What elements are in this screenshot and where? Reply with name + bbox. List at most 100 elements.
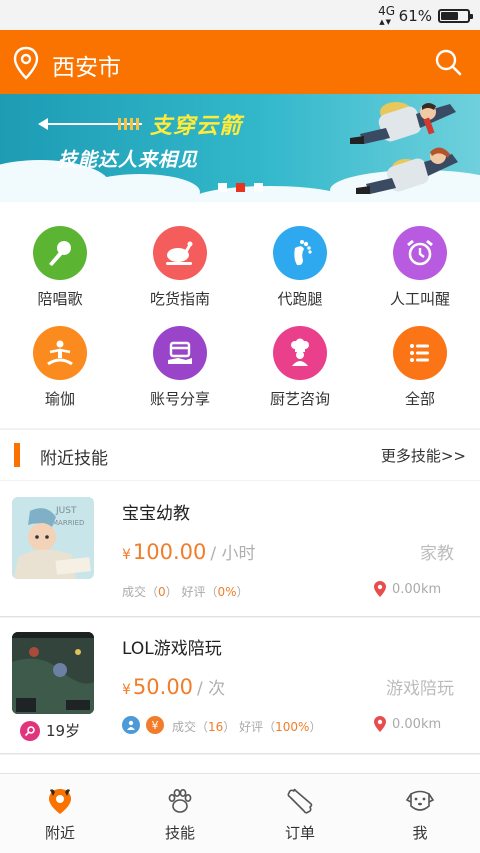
nav-label: 我	[412, 824, 428, 842]
deals-count: 0	[158, 585, 166, 599]
alarm-clock-icon	[393, 226, 447, 280]
carousel-dot-active[interactable]	[236, 183, 245, 192]
section-accent-bar	[14, 443, 20, 467]
skill-price: ¥50.00/ 次	[122, 674, 225, 699]
price-value: 100.00	[132, 540, 207, 564]
price-unit: / 次	[197, 679, 226, 699]
banner-subtitle: 技能达人来相见	[58, 149, 199, 171]
verified-user-icon	[122, 716, 140, 734]
footprint-icon	[273, 226, 327, 280]
category-label: 人工叫醒	[389, 290, 450, 308]
svg-text:MARRIED: MARRIED	[52, 519, 84, 527]
carousel-dot[interactable]	[254, 183, 263, 192]
deals-label: 成交（	[122, 585, 159, 599]
currency-symbol: ¥	[122, 547, 131, 563]
category-label: 瑜伽	[44, 390, 75, 408]
data-arrows-icon: ▲▼	[379, 18, 392, 26]
skill-title: 宝宝幼教	[122, 504, 190, 524]
skill-title: LOL游戏陪玩	[122, 639, 222, 659]
currency-symbol: ¥	[122, 682, 131, 698]
flying-people-illustration	[350, 102, 458, 194]
roast-chicken-icon	[153, 226, 207, 280]
skill-distance: 0.00km	[374, 581, 441, 597]
battery-percent: 61%	[398, 7, 432, 25]
stats-bracket: ）	[236, 585, 249, 599]
category-sing[interactable]: 陪唱歌	[0, 226, 120, 309]
account-card-icon	[153, 326, 207, 380]
paw-icon	[168, 788, 192, 813]
distance-value: 0.00km	[392, 581, 442, 597]
deals-count: 16	[208, 720, 224, 734]
section-title: 附近技能	[40, 449, 108, 469]
category-label: 厨艺咨询	[269, 390, 330, 408]
app-screen: 4G ▲▼ 61% 西安市 支穿云箭 技能达人来相见 陪唱歌 吃货指南 代跑腿 …	[0, 0, 480, 853]
category-cooking[interactable]: 厨艺咨询	[240, 326, 360, 409]
dog-face-icon	[405, 790, 435, 811]
age-value: 19岁	[46, 722, 81, 740]
deals-label: 成交（	[172, 720, 209, 734]
category-label: 账号分享	[149, 390, 210, 408]
nearby-skills-header: 附近技能 更多技能>>	[0, 430, 480, 480]
nav-nearby[interactable]: 附近	[0, 774, 120, 853]
nav-orders[interactable]: 订单	[240, 774, 360, 853]
nav-me[interactable]: 我	[360, 774, 480, 853]
age-badge: 19岁	[20, 720, 80, 741]
skill-distance: 0.00km	[374, 716, 441, 732]
carousel-indicator	[218, 183, 263, 192]
female-icon	[20, 720, 40, 741]
yoga-icon	[33, 326, 87, 380]
bone-icon	[287, 788, 313, 814]
price-unit: / 小时	[210, 544, 256, 564]
city-selector[interactable]: 西安市	[52, 48, 121, 82]
category-wakeup[interactable]: 人工叫醒	[360, 226, 480, 309]
rating-value: 100%	[275, 720, 310, 734]
location-pin-icon	[374, 581, 386, 597]
promo-banner[interactable]: 支穿云箭 技能达人来相见	[0, 94, 480, 202]
svg-text:JUST: JUST	[55, 506, 77, 516]
search-icon[interactable]	[434, 48, 462, 76]
category-label: 全部	[404, 390, 435, 408]
microphone-icon	[33, 226, 87, 280]
category-label: 陪唱歌	[37, 290, 83, 308]
status-bar: 4G ▲▼ 61%	[0, 0, 480, 30]
nav-label: 技能	[164, 824, 195, 842]
bottom-navigation: 附近 技能 订单 我	[0, 773, 480, 853]
nav-label: 订单	[284, 824, 315, 842]
category-label: 代跑腿	[277, 290, 323, 308]
distance-value: 0.00km	[392, 716, 442, 732]
skill-price: ¥100.00/ 小时	[122, 539, 256, 564]
category-account[interactable]: 账号分享	[120, 326, 240, 409]
cloud-shape	[190, 186, 350, 202]
category-errand[interactable]: 代跑腿	[240, 226, 360, 309]
skill-stats: 成交（0） 好评（0%）	[122, 583, 249, 600]
category-all[interactable]: 全部	[360, 326, 480, 409]
skill-card[interactable]: JUST MARRIED 宝宝幼教 ¥100.00/ 小时 家教 成交（0） 好…	[0, 481, 480, 617]
more-skills-link[interactable]: 更多技能>>	[381, 445, 466, 466]
top-header: 西安市	[0, 30, 480, 94]
category-yoga[interactable]: 瑜伽	[0, 326, 120, 409]
chef-icon	[273, 326, 327, 380]
list-icon	[393, 326, 447, 380]
category-grid: 陪唱歌 吃货指南 代跑腿 人工叫醒 瑜伽 账号分享 厨艺咨询 全部	[0, 202, 480, 428]
rating-label: ） 好评（	[223, 720, 276, 734]
cloud-shape	[80, 174, 200, 202]
nav-label: 附近	[44, 824, 75, 842]
price-value: 50.00	[132, 675, 194, 699]
carousel-dot[interactable]	[218, 183, 227, 192]
arrow-feather	[118, 118, 142, 130]
category-food[interactable]: 吃货指南	[120, 226, 240, 309]
location-pin-icon	[374, 716, 386, 732]
skill-tag: 游戏陪玩	[386, 679, 454, 699]
yen-deposit-icon: ¥	[146, 716, 164, 734]
skill-tag: 家教	[420, 544, 454, 564]
battery-icon	[438, 9, 473, 23]
stats-bracket: ）	[309, 720, 322, 734]
location-pin-icon[interactable]	[12, 46, 40, 80]
skill-thumbnail	[12, 632, 94, 714]
location-icon	[49, 789, 71, 814]
nav-skills[interactable]: 技能	[120, 774, 240, 853]
category-label: 吃货指南	[149, 290, 210, 308]
skill-stats: 成交（16） 好评（100%）	[172, 718, 321, 735]
skill-card[interactable]: 19岁 LOL游戏陪玩 ¥50.00/ 次 游戏陪玩 ¥ 成交（16） 好评（1…	[0, 618, 480, 754]
skill-card-partial[interactable]	[0, 755, 480, 775]
